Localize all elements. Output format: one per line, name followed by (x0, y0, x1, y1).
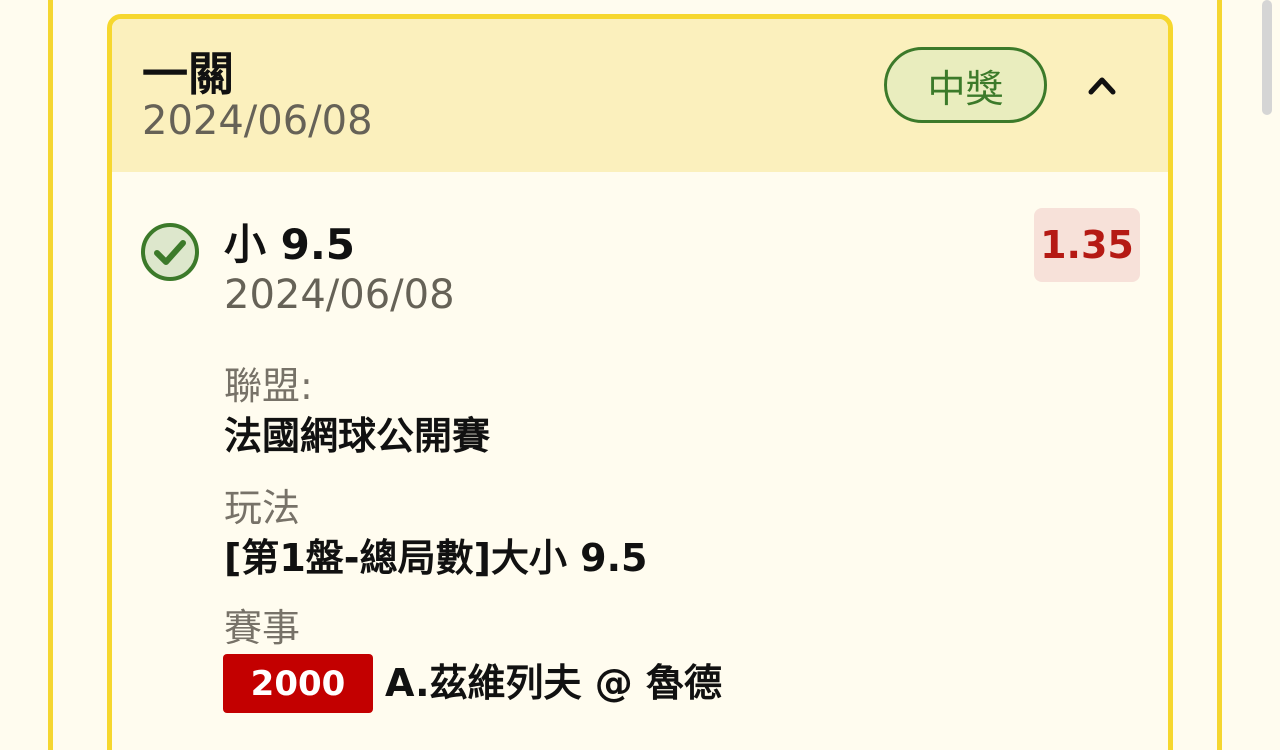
market-value: [第1盤-總局數]大小 9.5 (224, 536, 648, 580)
event-code-badge: 2000 (223, 654, 373, 713)
bet-selection: 小 9.5 (224, 220, 356, 269)
bet-card-date: 2024/06/08 (142, 98, 373, 144)
win-status-badge: 中獎 (884, 47, 1047, 123)
vertical-scrollbar[interactable] (1262, 0, 1272, 115)
bet-card: 一關 2024/06/08 中獎 小 9.5 2024/06/08 1.35 聯… (107, 14, 1173, 750)
check-circle-icon-graphic (141, 223, 199, 281)
league-value: 法國網球公開賽 (224, 414, 491, 458)
bet-history-page: 一關 2024/06/08 中獎 小 9.5 2024/06/08 1.35 聯… (0, 0, 1280, 750)
event-name: A.茲維列夫 @ 魯德 (385, 661, 723, 705)
bet-card-header[interactable]: 一關 2024/06/08 中獎 (112, 19, 1168, 172)
odds-badge: 1.35 (1034, 208, 1140, 282)
chevron-up-icon-graphic (1088, 77, 1116, 95)
league-label: 聯盟: (224, 364, 313, 408)
event-label: 賽事 (224, 606, 301, 650)
market-label: 玩法 (224, 486, 301, 530)
chevron-up-icon[interactable] (1077, 63, 1127, 107)
bet-selection-date: 2024/06/08 (224, 272, 455, 318)
check-circle-icon (140, 222, 200, 282)
